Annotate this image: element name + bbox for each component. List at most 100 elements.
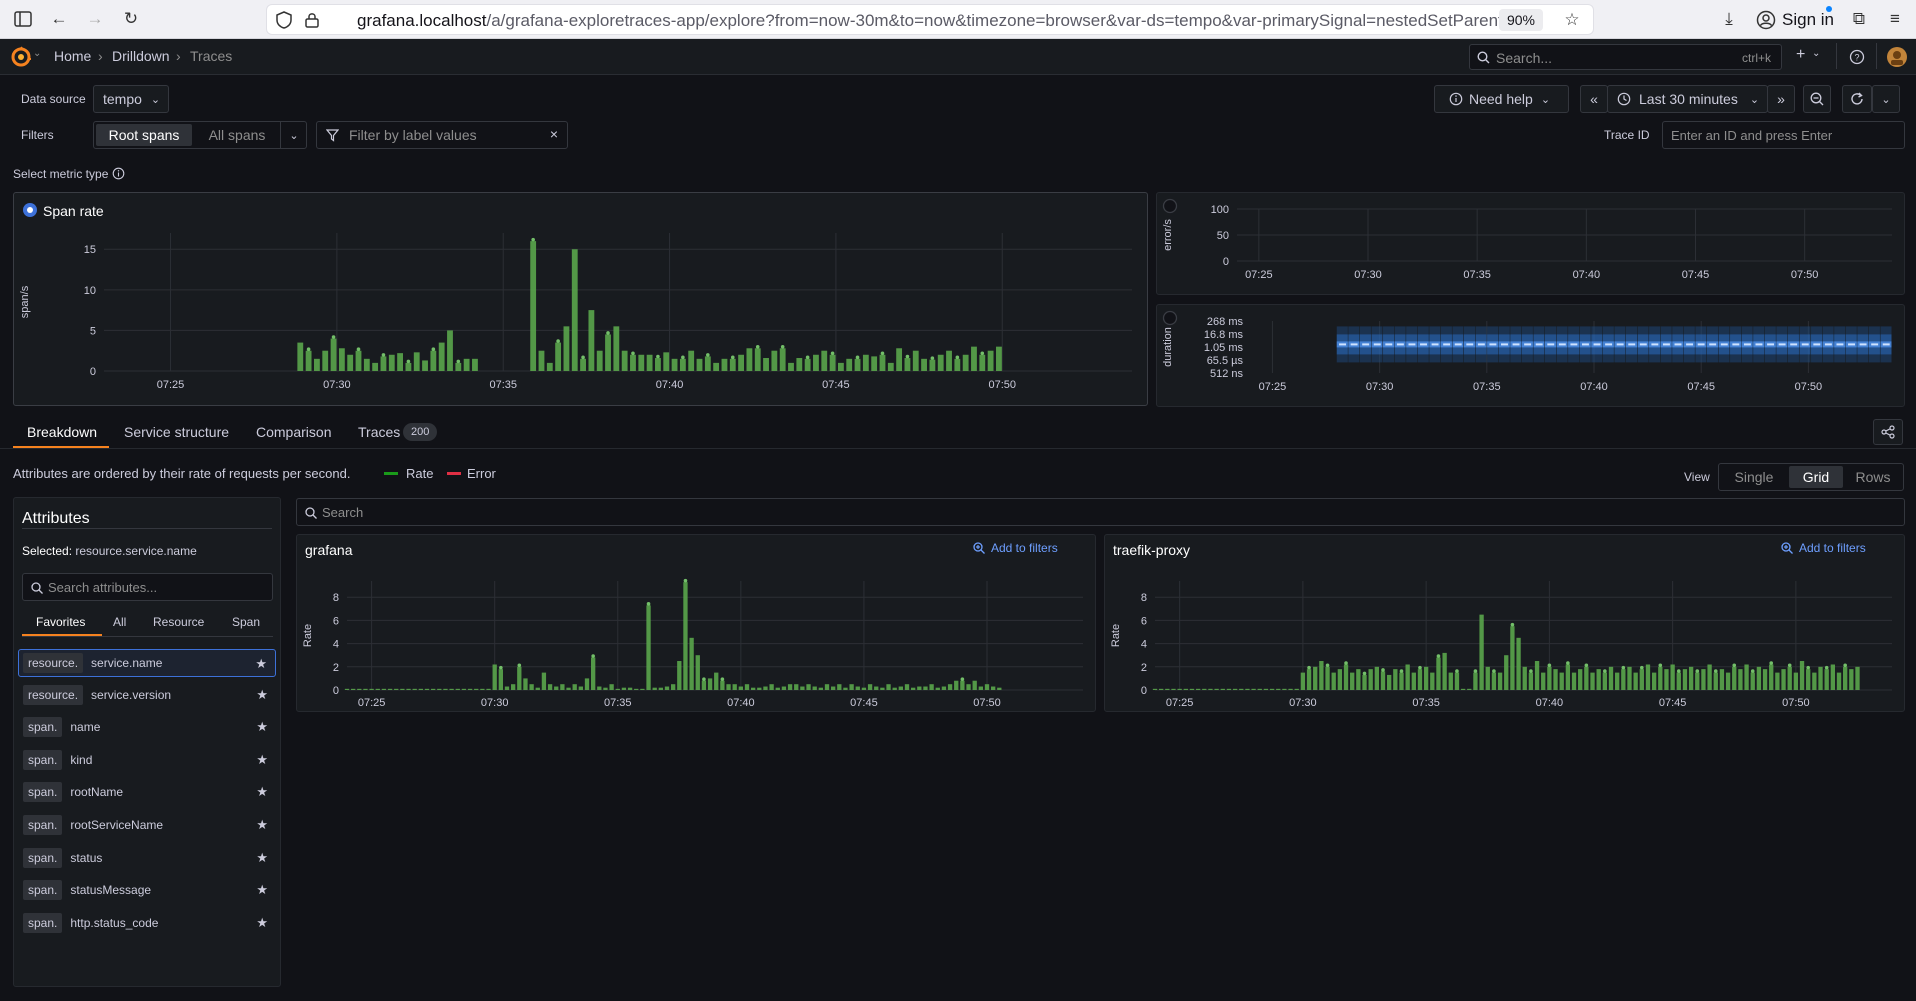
tab-service-structure[interactable]: Service structure: [124, 424, 229, 440]
favorite-star-icon[interactable]: ★: [256, 817, 268, 833]
radio-selected-icon[interactable]: [22, 202, 38, 218]
favorite-star-icon[interactable]: ★: [256, 882, 268, 898]
attribute-scope: span.: [23, 880, 63, 900]
favorite-star-icon[interactable]: ★: [256, 687, 268, 703]
add-to-filters-button[interactable]: Add to filters: [1781, 541, 1866, 555]
attr-tab-all[interactable]: All: [113, 615, 126, 629]
attribute-item[interactable]: span. http.status_code ★: [18, 909, 276, 937]
attribute-item[interactable]: span. rootName ★: [18, 778, 276, 806]
favorite-star-icon[interactable]: ★: [255, 656, 267, 672]
grafana-logo-icon[interactable]: [10, 46, 32, 68]
breakdown-search-placeholder: Search: [322, 505, 364, 520]
breadcrumb-drilldown[interactable]: Drilldown: [112, 48, 170, 64]
span-type-chevron-icon[interactable]: ⌄: [280, 122, 307, 148]
downloads-icon[interactable]: ⤓: [1716, 6, 1742, 32]
time-shift-forward-button[interactable]: »: [1767, 85, 1795, 113]
help-icon[interactable]: ?: [1849, 49, 1865, 65]
zoom-level[interactable]: 90%: [1498, 9, 1543, 31]
refresh-button[interactable]: [1842, 85, 1872, 113]
time-shift-back-button[interactable]: «: [1580, 85, 1608, 113]
label-filter-input[interactable]: Filter by label values ×: [316, 121, 568, 149]
menu-icon[interactable]: ≡: [1882, 6, 1908, 32]
span-rate-panel[interactable]: Span rate 07:25 07:30 07:35 07:40 07:45 07:50…: [13, 192, 1148, 406]
shield-icon[interactable]: [271, 7, 297, 33]
view-rows-option[interactable]: Rows: [1845, 466, 1901, 488]
extensions-icon[interactable]: ⧉: [1846, 6, 1872, 32]
duration-panel[interactable]: 07:25 07:30 07:35 07:40 07:45 07:50 duration 26…: [1156, 304, 1905, 407]
favorite-star-icon[interactable]: ★: [256, 850, 268, 866]
sign-in-button[interactable]: Sign in: [1756, 4, 1834, 35]
traefik-rate-chart[interactable]: 07:25 07:30 07:35 07:40 07:45 07:50 Rate 0 2 4 6 8: [1105, 565, 1904, 711]
global-search-input[interactable]: Search... ctrl+k: [1469, 44, 1782, 70]
bar: [615, 688, 620, 690]
x-tick-label: 07:25: [1166, 697, 1194, 709]
x-tick-label: 07:50: [1791, 269, 1819, 281]
bar: [991, 686, 996, 690]
url-bar[interactable]: grafana.localhost/a/grafana-exploretrace…: [266, 4, 1594, 35]
reload-icon[interactable]: ↻: [118, 6, 144, 32]
error-rate-chart[interactable]: 07:25 07:30 07:35 07:40 07:45 07:50 error/s 0 50…: [1157, 199, 1904, 294]
duration-heatmap[interactable]: 07:25 07:30 07:35 07:40 07:45 07:50 duration 26…: [1157, 315, 1904, 406]
lock-icon[interactable]: [299, 7, 325, 33]
forward-icon[interactable]: →: [82, 6, 108, 32]
add-icon[interactable]: +: [1796, 46, 1805, 64]
add-to-filters-button[interactable]: Add to filters: [973, 541, 1058, 555]
grafana-rate-chart[interactable]: 07:25 07:30 07:35 07:40 07:45 07:50 Rate 0 2 4 6 8: [297, 565, 1095, 711]
bar: [646, 354, 653, 371]
tab-comparison[interactable]: Comparison: [256, 424, 331, 440]
data-point: [656, 354, 660, 359]
favorite-star-icon[interactable]: ★: [256, 784, 268, 800]
attribute-item[interactable]: resource. service.name ★: [18, 649, 276, 677]
need-help-button[interactable]: Need help ⌄: [1434, 85, 1569, 113]
attributes-search-input[interactable]: Search attributes...: [22, 573, 273, 601]
bar: [363, 688, 368, 690]
zoom-out-button[interactable]: [1803, 85, 1831, 113]
sidebar-toggle-icon[interactable]: [10, 6, 36, 32]
breakdown-search-input[interactable]: Search: [296, 498, 1905, 526]
favorite-star-icon[interactable]: ★: [256, 752, 268, 768]
attribute-name: statusMessage: [70, 883, 152, 897]
attr-tab-resource[interactable]: Resource: [153, 615, 204, 629]
attr-tab-span[interactable]: Span: [232, 615, 260, 629]
trace-id-input[interactable]: Enter an ID and press Enter: [1662, 121, 1905, 149]
attribute-item[interactable]: span. name ★: [18, 713, 276, 741]
bar: [664, 686, 670, 690]
tab-breakdown[interactable]: Breakdown: [27, 424, 97, 440]
attr-tab-favorites[interactable]: Favorites: [36, 615, 85, 629]
tab-traces[interactable]: Traces: [358, 424, 400, 440]
attribute-item[interactable]: span. status ★: [18, 844, 276, 872]
bar: [591, 657, 596, 690]
clear-filter-icon[interactable]: ×: [550, 126, 558, 142]
error-rate-panel[interactable]: 07:25 07:30 07:35 07:40 07:45 07:50 error/s 0 50…: [1156, 192, 1905, 295]
span-rate-chart[interactable]: 07:25 07:30 07:35 07:40 07:45 07:50 span/s 0 5 10…: [14, 221, 1147, 405]
bookmark-star-icon[interactable]: ☆: [1559, 7, 1585, 33]
share-button[interactable]: [1873, 419, 1903, 445]
root-spans-option[interactable]: Root spans: [96, 124, 192, 146]
attribute-item[interactable]: span. kind ★: [18, 746, 276, 774]
data-source-picker[interactable]: tempo ⌄: [93, 85, 169, 113]
bar: [355, 350, 362, 371]
attribute-item[interactable]: span. rootServiceName ★: [18, 811, 276, 839]
favorite-star-icon[interactable]: ★: [256, 915, 268, 931]
view-grid-option[interactable]: Grid: [1789, 466, 1843, 488]
breadcrumb-home[interactable]: Home: [54, 48, 91, 64]
attribute-item[interactable]: resource. service.version ★: [18, 681, 276, 709]
data-point: [1307, 665, 1311, 670]
url-text[interactable]: grafana.localhost/a/grafana-exploretrace…: [357, 11, 1517, 31]
bar: [892, 687, 897, 690]
logo-chevron-icon[interactable]: ⌄: [33, 48, 41, 59]
all-spans-option[interactable]: All spans: [194, 124, 280, 146]
favorite-star-icon[interactable]: ★: [256, 719, 268, 735]
avatar[interactable]: [1886, 46, 1908, 68]
back-icon[interactable]: ←: [46, 6, 72, 32]
refresh-interval-picker[interactable]: ⌄: [1872, 85, 1900, 113]
bar: [297, 342, 304, 371]
add-chevron-icon[interactable]: ⌄: [1812, 48, 1820, 59]
info-circle-icon[interactable]: [112, 167, 125, 180]
view-single-option[interactable]: Single: [1721, 466, 1787, 488]
attribute-item[interactable]: span. statusMessage ★: [18, 876, 276, 904]
attribute-scope: resource.: [23, 653, 84, 673]
time-range-picker[interactable]: Last 30 minutes ⌄: [1607, 85, 1768, 113]
y-tick-label: 1.05 ms: [1204, 342, 1244, 354]
bar: [655, 358, 661, 371]
